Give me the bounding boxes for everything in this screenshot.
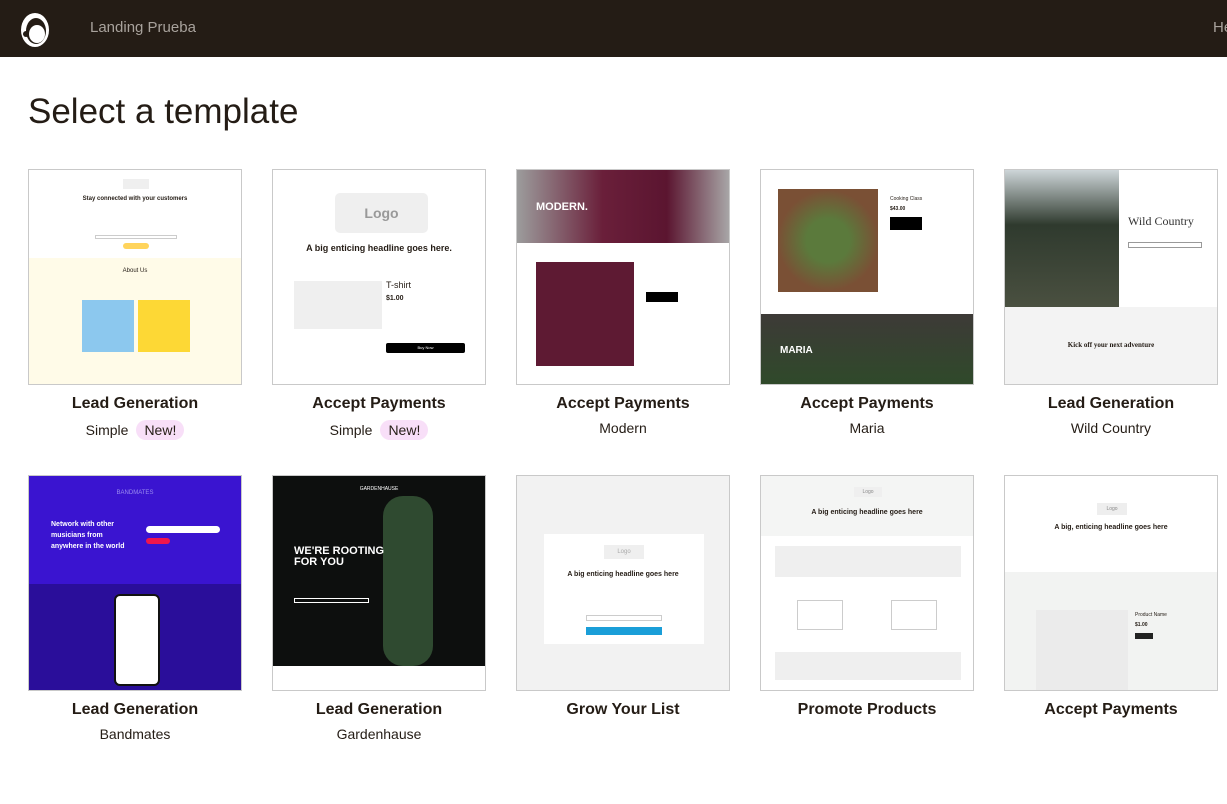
template-title: Promote Products <box>797 701 937 718</box>
preview-logo: Logo <box>604 545 644 559</box>
template-preview: Stay connected with your customers About… <box>28 169 242 385</box>
template-card[interactable]: BANDMATES Network with other musicians f… <box>28 475 242 742</box>
top-bar: Landing Prueba He <box>0 0 1227 57</box>
template-title: Accept Payments <box>556 395 690 412</box>
preview-product: Cooking Class <box>890 196 923 202</box>
preview-headline: MARIA <box>780 345 813 356</box>
template-subtitle: Wild Country <box>1070 420 1152 436</box>
help-link[interactable]: He <box>1213 19 1227 36</box>
preview-headline: Wild Country <box>1128 214 1194 228</box>
template-card[interactable]: Logo A big enticing headline goes here P… <box>760 475 974 719</box>
template-preview: GARDENHAUSE WE'RE ROOTING FOR YOU <box>272 475 486 691</box>
template-subtitle: Gardenhause <box>336 726 422 742</box>
template-title: Lead Generation <box>315 701 443 718</box>
preview-button: Buy Now <box>386 343 465 353</box>
preview-price: $1.00 <box>386 295 404 302</box>
template-subtitle: Modern <box>599 420 647 436</box>
preview-headline: MODERN. <box>536 201 588 213</box>
template-title: Grow Your List <box>566 701 680 718</box>
preview-headline: Stay connected with your customers <box>82 196 188 202</box>
preview-headline: A big enticing headline goes here <box>567 571 679 578</box>
template-title: Accept Payments <box>1044 701 1178 718</box>
template-card[interactable]: Wild Country Kick off your next adventur… <box>1004 169 1218 436</box>
preview-product: T-shirt <box>386 280 412 290</box>
preview-brand: BANDMATES <box>116 490 154 496</box>
template-preview: Logo A big enticing headline goes here <box>760 475 974 691</box>
new-badge: New! <box>136 420 185 440</box>
preview-logo: Logo <box>854 487 882 497</box>
preview-headline: A big enticing headline goes here. <box>306 243 452 253</box>
template-title: Accept Payments <box>312 395 446 412</box>
new-badge: New! <box>380 420 429 440</box>
template-preview: Logo A big enticing headline goes here. … <box>272 169 486 385</box>
freddie-logo-icon[interactable] <box>17 9 53 49</box>
app-name[interactable]: Landing Prueba <box>90 19 196 36</box>
preview-price: $1.00 <box>1135 622 1148 628</box>
template-card[interactable]: Logo A big, enticing headline goes here … <box>1004 475 1218 719</box>
template-preview: Logo A big enticing headline goes here <box>516 475 730 691</box>
preview-headline: A big enticing headline goes here <box>811 509 923 516</box>
template-preview: Cooking Class $43.00 MARIA <box>760 169 974 385</box>
template-card[interactable]: GARDENHAUSE WE'RE ROOTING FOR YOU Lead G… <box>272 475 486 742</box>
template-title: Lead Generation <box>1047 395 1175 412</box>
preview-headline: WE'RE ROOTING FOR YOU <box>294 545 385 568</box>
template-card[interactable]: Cooking Class $43.00 MARIA Accept Paymen… <box>760 169 974 436</box>
preview-product: Product Name <box>1135 612 1167 618</box>
template-card[interactable]: MODERN. Accept Payments Modern <box>516 169 730 436</box>
preview-headline: Network with other musicians from anywhe… <box>51 521 125 550</box>
template-title: Lead Generation <box>71 395 199 412</box>
preview-price: $43.00 <box>890 206 906 212</box>
template-card[interactable]: Stay connected with your customers About… <box>28 169 242 440</box>
template-preview: Logo A big, enticing headline goes here … <box>1004 475 1218 691</box>
preview-brand: GARDENHAUSE <box>359 486 399 492</box>
template-title: Accept Payments <box>800 395 934 412</box>
preview-tagline: Kick off your next adventure <box>1067 341 1155 349</box>
preview-headline: A big, enticing headline goes here <box>1054 524 1168 531</box>
template-preview: MODERN. <box>516 169 730 385</box>
preview-section: About Us <box>122 268 148 274</box>
template-card[interactable]: Logo A big enticing headline goes here G… <box>516 475 730 719</box>
template-card[interactable]: Logo A big enticing headline goes here. … <box>272 169 486 440</box>
template-preview: Wild Country Kick off your next adventur… <box>1004 169 1218 385</box>
template-subtitle: Bandmates <box>99 726 171 742</box>
template-preview: BANDMATES Network with other musicians f… <box>28 475 242 691</box>
template-subtitle: Simple <box>329 422 373 438</box>
template-subtitle: Maria <box>849 420 885 436</box>
preview-logo: Logo <box>1097 503 1127 515</box>
template-subtitle: Simple <box>85 422 129 438</box>
template-title: Lead Generation <box>71 701 199 718</box>
page-title: Select a template <box>28 92 299 131</box>
preview-logo: Logo <box>335 193 428 233</box>
